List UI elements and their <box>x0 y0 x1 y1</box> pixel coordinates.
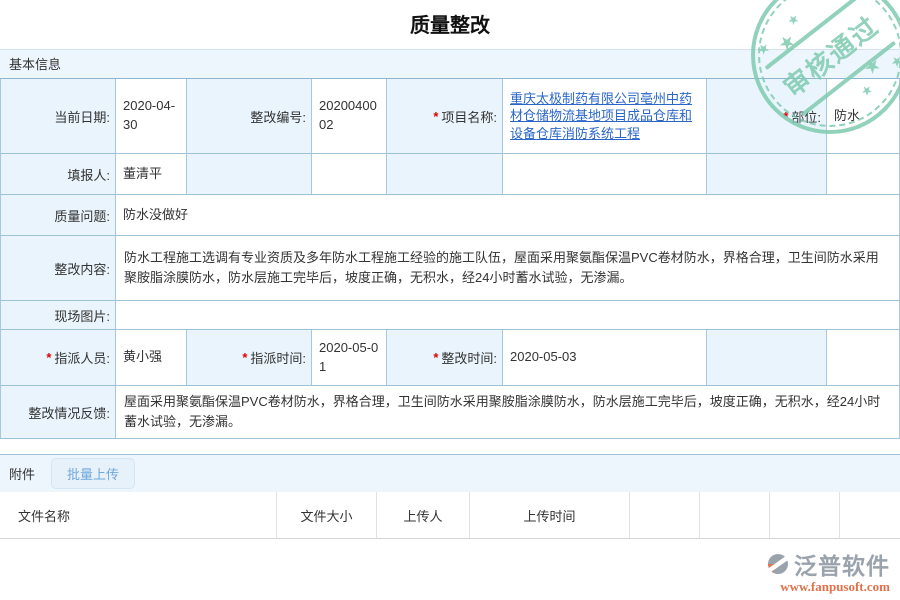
assignee-value: 黄小强 <box>116 330 187 386</box>
col-header-upload-time: 上传时间 <box>470 492 630 538</box>
rectify-content-label: 整改内容: <box>1 236 116 301</box>
empty-label-cell <box>187 154 312 195</box>
attachments-table-header: 文件名称 文件大小 上传人 上传时间 <box>0 492 900 539</box>
form-row-7: 整改情况反馈: 屋面采用聚氨酯保温PVC卷材防水，界格合理，卫生间防水采用聚胺脂… <box>1 386 900 439</box>
basic-info-section-header: 基本信息 <box>0 49 900 79</box>
reporter-label: 填报人: <box>1 154 116 195</box>
empty-value-cell <box>503 154 707 195</box>
assign-time-label: *指派时间: <box>187 330 312 386</box>
rectify-time-value: 2020-05-03 <box>503 330 707 386</box>
form-row-1: 当前日期: 2020-04-30 整改编号: 2020040002 *项目名称:… <box>1 79 900 154</box>
required-asterisk: * <box>46 350 51 365</box>
location-label: *部位: <box>707 79 827 154</box>
required-asterisk: * <box>242 350 247 365</box>
col-header-empty <box>630 492 700 538</box>
empty-value-cell <box>827 330 900 386</box>
empty-label-cell <box>707 330 827 386</box>
required-asterisk: * <box>433 350 438 365</box>
batch-upload-button[interactable]: 批量上传 <box>51 458 135 489</box>
page-title: 质量整改 <box>0 0 900 49</box>
brand-url: www.fanpusoft.com <box>766 579 890 595</box>
col-header-empty <box>700 492 770 538</box>
form-row-2: 填报人: 董清平 <box>1 154 900 195</box>
quality-problem-label: 质量问题: <box>1 195 116 236</box>
empty-value-cell <box>827 154 900 195</box>
project-name-link[interactable]: 重庆太极制药有限公司亳州中药材仓储物流基地项目成品仓库和设备仓库消防系统工程 <box>510 90 699 143</box>
brand-name: 泛普软件 <box>794 547 890 581</box>
form-row-4: 整改内容: 防水工程施工选调有专业资质及多年防水工程施工经验的施工队伍，屋面采用… <box>1 236 900 301</box>
rectify-content-value: 防水工程施工选调有专业资质及多年防水工程施工经验的施工队伍，屋面采用聚氨酯保温P… <box>116 236 900 301</box>
project-name-label: *项目名称: <box>387 79 503 154</box>
required-asterisk: * <box>433 109 438 124</box>
empty-value-cell <box>312 154 387 195</box>
empty-label-cell <box>387 154 503 195</box>
fanpu-logo-icon <box>766 552 790 576</box>
quality-problem-value: 防水没做好 <box>116 195 900 236</box>
feedback-value: 屋面采用聚氨酯保温PVC卷材防水，界格合理，卫生间防水采用聚胺脂涂膜防水，防水层… <box>116 386 900 439</box>
assign-time-value: 2020-05-01 <box>312 330 387 386</box>
assignee-label: *指派人员: <box>1 330 116 386</box>
rectify-time-label: *整改时间: <box>387 330 503 386</box>
site-photo-label: 现场图片: <box>1 301 116 330</box>
form-row-6: *指派人员: 黄小强 *指派时间: 2020-05-01 *整改时间: 2020… <box>1 330 900 386</box>
form-row-5: 现场图片: <box>1 301 900 330</box>
rectify-no-value: 2020040002 <box>312 79 387 154</box>
col-header-file-size: 文件大小 <box>277 492 377 538</box>
current-date-value: 2020-04-30 <box>116 79 187 154</box>
required-asterisk: * <box>783 109 788 124</box>
form-row-3: 质量问题: 防水没做好 <box>1 195 900 236</box>
reporter-value: 董清平 <box>116 154 187 195</box>
current-date-label: 当前日期: <box>1 79 116 154</box>
location-value: 防水 <box>827 79 900 154</box>
attachments-title: 附件 <box>9 464 35 483</box>
footer-brand: 泛普软件 www.fanpusoft.com <box>766 547 890 595</box>
project-name-cell: 重庆太极制药有限公司亳州中药材仓储物流基地项目成品仓库和设备仓库消防系统工程 <box>503 79 707 154</box>
col-header-empty <box>770 492 840 538</box>
site-photo-value <box>116 301 900 330</box>
empty-label-cell <box>707 154 827 195</box>
basic-info-table: 当前日期: 2020-04-30 整改编号: 2020040002 *项目名称:… <box>0 79 900 439</box>
col-header-file-name: 文件名称 <box>0 492 277 538</box>
col-header-empty <box>840 492 900 538</box>
attachments-section-header: 附件 批量上传 <box>0 454 900 492</box>
feedback-label: 整改情况反馈: <box>1 386 116 439</box>
rectify-no-label: 整改编号: <box>187 79 312 154</box>
col-header-uploader: 上传人 <box>377 492 470 538</box>
